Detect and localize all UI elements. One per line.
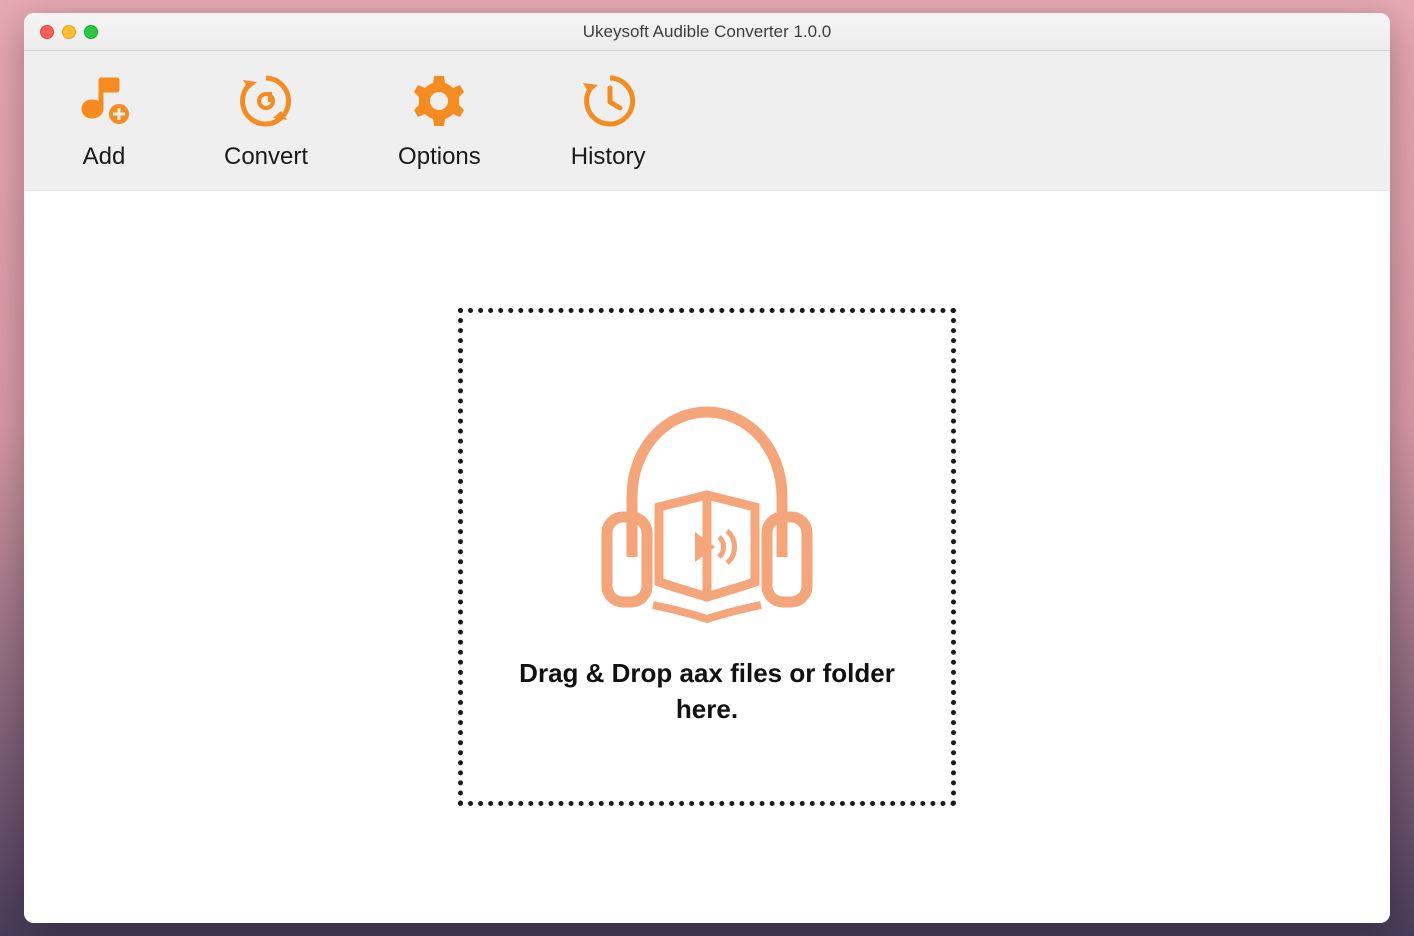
dropzone-text: Drag & Drop aax files or folder here. bbox=[507, 655, 907, 728]
window-title: Ukeysoft Audible Converter 1.0.0 bbox=[24, 22, 1390, 42]
minimize-button[interactable] bbox=[62, 25, 76, 39]
add-button[interactable]: Add bbox=[74, 71, 134, 171]
history-icon bbox=[578, 71, 638, 131]
history-label: History bbox=[571, 143, 646, 171]
close-button[interactable] bbox=[40, 25, 54, 39]
dropzone[interactable]: Drag & Drop aax files or folder here. bbox=[458, 308, 956, 806]
maximize-button[interactable] bbox=[84, 25, 98, 39]
app-window: Ukeysoft Audible Converter 1.0.0 Add bbox=[24, 13, 1390, 923]
audiobook-headphones-icon bbox=[577, 387, 837, 627]
titlebar[interactable]: Ukeysoft Audible Converter 1.0.0 bbox=[24, 13, 1390, 51]
toolbar: Add Convert Op bbox=[24, 51, 1390, 191]
traffic-lights bbox=[24, 25, 98, 39]
convert-button[interactable]: Convert bbox=[224, 71, 308, 171]
history-button[interactable]: History bbox=[571, 71, 646, 171]
gear-icon bbox=[409, 71, 469, 131]
add-label: Add bbox=[83, 143, 126, 171]
options-button[interactable]: Options bbox=[398, 71, 481, 171]
main-area: Drag & Drop aax files or folder here. bbox=[24, 191, 1390, 923]
music-add-icon bbox=[74, 71, 134, 131]
options-label: Options bbox=[398, 143, 481, 171]
convert-label: Convert bbox=[224, 143, 308, 171]
convert-icon bbox=[236, 71, 296, 131]
